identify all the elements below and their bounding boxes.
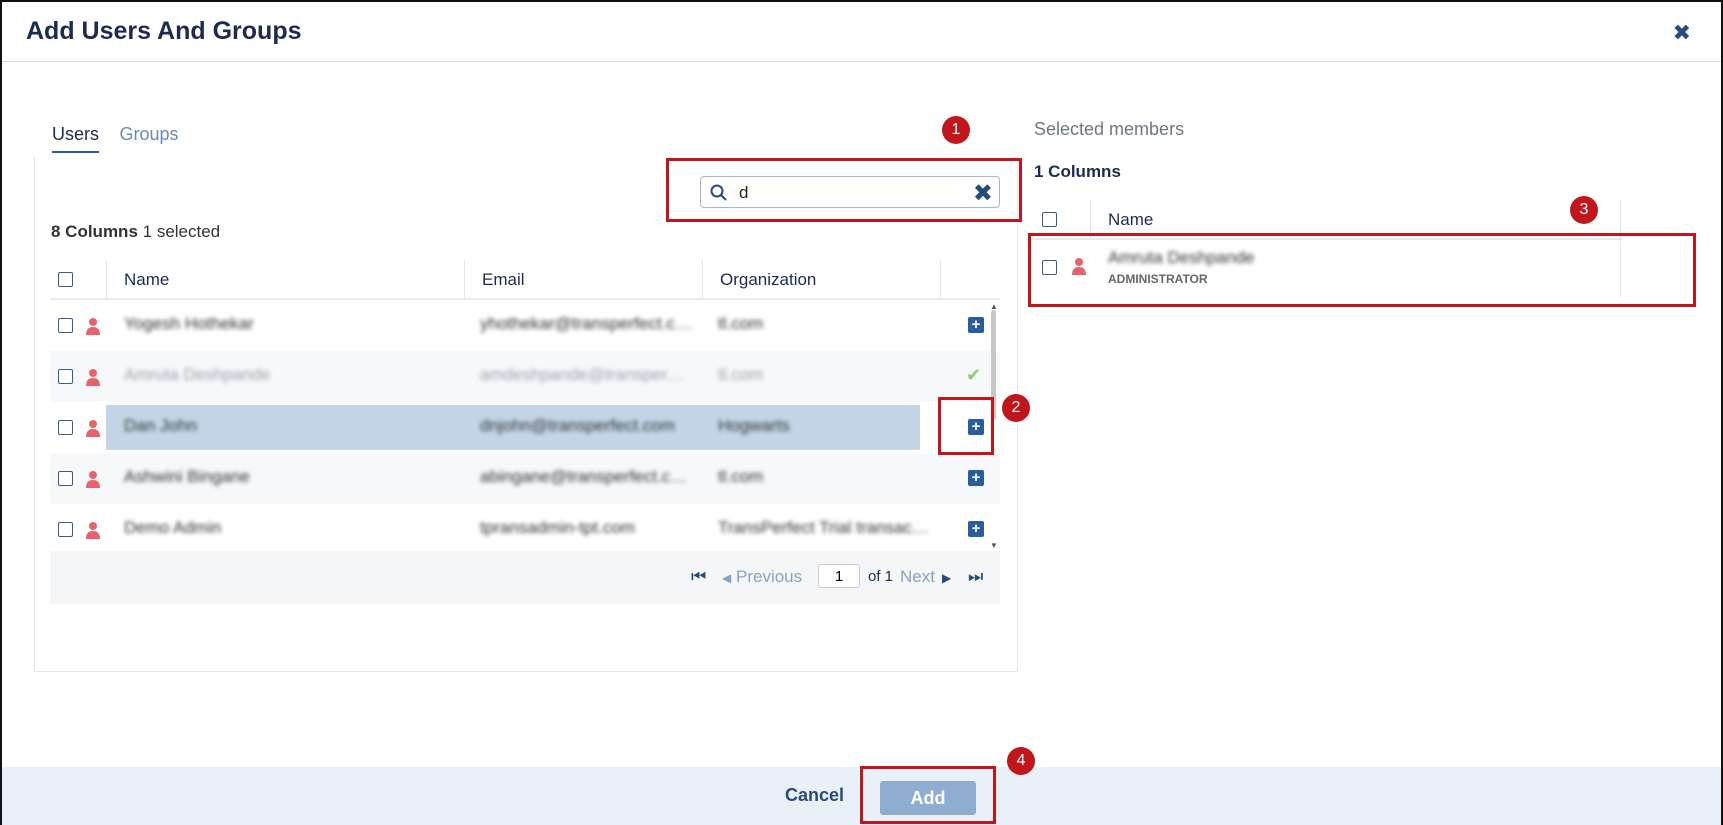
previous-arrow-icon[interactable]: ◀ bbox=[722, 571, 731, 585]
user-organization: tl.com bbox=[718, 467, 764, 486]
add-member-button[interactable]: + bbox=[968, 470, 984, 486]
selected-count: 1 selected bbox=[142, 222, 221, 241]
page-number-input[interactable] bbox=[818, 564, 860, 588]
user-email: amdeshpande@transper… bbox=[480, 365, 685, 384]
previous-button[interactable]: Previous bbox=[736, 567, 802, 587]
header-organization[interactable]: Organization bbox=[702, 260, 816, 300]
dialog-title: Add Users And Groups bbox=[26, 17, 302, 45]
annotation-box-4 bbox=[860, 766, 996, 824]
select-all-checkbox[interactable] bbox=[58, 272, 73, 287]
annotation-badge-4: 4 bbox=[1007, 747, 1035, 775]
selected-select-all-checkbox[interactable] bbox=[1042, 212, 1057, 227]
annotation-badge-1: 1 bbox=[942, 116, 970, 144]
annotation-badge-2: 2 bbox=[1002, 394, 1030, 422]
row-checkbox[interactable] bbox=[58, 420, 73, 435]
row-checkbox[interactable] bbox=[58, 471, 73, 486]
table-header: Name Email Organization bbox=[50, 260, 1000, 300]
annotation-box-3 bbox=[1028, 233, 1696, 307]
annotation-badge-3: 3 bbox=[1570, 196, 1598, 224]
table-row[interactable]: Amruta Deshpande amdeshpande@transper… t… bbox=[50, 351, 1000, 402]
user-name: Amruta Deshpande bbox=[124, 365, 271, 384]
table-row[interactable]: Yogesh Hothekar yhothekar@transperfect.c… bbox=[50, 300, 1000, 351]
row-checkbox[interactable] bbox=[58, 369, 73, 384]
tab-groups[interactable]: Groups bbox=[119, 124, 178, 151]
next-arrow-icon[interactable]: ▶ bbox=[942, 571, 951, 585]
user-email: tpransadmin-tpt.com bbox=[480, 518, 635, 537]
first-page-icon[interactable]: ⏮ bbox=[691, 567, 706, 587]
row-checkbox[interactable] bbox=[58, 318, 73, 333]
dialog: Add Users And Groups ✖ Users Groups ✖ 8 … bbox=[0, 0, 1723, 825]
user-name: Demo Admin bbox=[124, 518, 222, 537]
add-member-button[interactable]: + bbox=[968, 317, 984, 333]
selected-members-title: Selected members bbox=[1034, 119, 1185, 139]
tab-users[interactable]: Users bbox=[52, 124, 100, 153]
user-organization: tl.com bbox=[718, 314, 764, 333]
user-organization: TransPerfect Trial transac… bbox=[718, 518, 928, 537]
user-email: dnjohn@transperfect.com bbox=[480, 416, 675, 435]
add-member-button[interactable]: + bbox=[968, 521, 984, 537]
user-organization: Hogwarts bbox=[718, 416, 790, 435]
cancel-button[interactable]: Cancel bbox=[785, 785, 844, 806]
users-count: 8 Columns 1 selected bbox=[51, 222, 220, 242]
column-count: 8 Columns bbox=[51, 222, 138, 241]
selected-header-name[interactable]: Name bbox=[1108, 210, 1153, 230]
user-icon bbox=[86, 420, 100, 437]
user-name: Yogesh Hothekar bbox=[124, 314, 254, 333]
users-table: Name Email Organization Yogesh Hothekar … bbox=[50, 260, 1000, 555]
table-row[interactable]: Ashwini Bingane abingane@transperfect.c…… bbox=[50, 453, 1000, 504]
table-row[interactable]: Demo Admin tpransadmin-tpt.com TransPerf… bbox=[50, 504, 1000, 555]
dialog-header: Add Users And Groups ✖ bbox=[2, 2, 1721, 62]
next-button[interactable]: Next bbox=[900, 567, 935, 587]
page-total: of 1 bbox=[868, 568, 894, 585]
selected-column-count: 1 Columns bbox=[1034, 162, 1121, 181]
user-email: yhothekar@transperfect.c… bbox=[480, 314, 690, 333]
row-checkbox[interactable] bbox=[58, 522, 73, 537]
user-icon bbox=[86, 471, 100, 488]
user-icon bbox=[86, 318, 100, 335]
close-icon[interactable]: ✖ bbox=[1673, 20, 1691, 46]
pagination: ⏮ ◀ Previous of 1 Next ▶ ⏭ bbox=[50, 551, 1000, 604]
annotation-box-2 bbox=[938, 397, 994, 455]
user-icon bbox=[86, 369, 100, 386]
added-check-icon: ✔ bbox=[966, 365, 982, 385]
header-name[interactable]: Name bbox=[106, 260, 169, 300]
table-row-selected[interactable]: Dan John dnjohn@transperfect.com Hogwart… bbox=[50, 402, 1000, 453]
user-name: Dan John bbox=[124, 416, 197, 435]
tab-bar: Users Groups bbox=[52, 124, 195, 156]
last-page-icon[interactable]: ⏭ bbox=[968, 567, 983, 587]
column-divider bbox=[940, 260, 941, 300]
annotation-box-1 bbox=[666, 158, 1022, 222]
scroll-down-arrow[interactable]: ▼ bbox=[990, 541, 998, 550]
user-icon bbox=[86, 522, 100, 539]
header-email[interactable]: Email bbox=[464, 260, 525, 300]
user-email: abingane@transperfect.c… bbox=[480, 467, 688, 486]
user-name: Ashwini Bingane bbox=[124, 467, 250, 486]
user-organization: tl.com bbox=[718, 365, 764, 384]
